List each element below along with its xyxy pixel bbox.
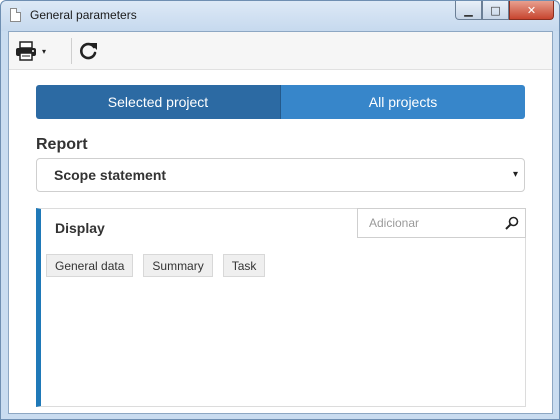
chip-task[interactable]: Task	[222, 254, 266, 277]
close-icon: ✕	[526, 3, 537, 17]
window-frame: General parameters ▁ □ ✕ ▾ Selected proj…	[0, 0, 560, 420]
refresh-icon[interactable]	[77, 40, 99, 62]
search-icon[interactable]	[505, 216, 519, 230]
add-field-search	[357, 208, 526, 238]
tab-selected-project[interactable]: Selected project	[36, 85, 281, 119]
report-label: Report	[36, 136, 88, 153]
minimize-icon: ▁	[464, 3, 473, 17]
client-area: ▾ Selected project All projects Report S…	[8, 31, 553, 414]
report-select[interactable]: Scope statement ▾	[36, 158, 525, 192]
minimize-button[interactable]: ▁	[455, 1, 482, 20]
report-selected-value: Scope statement	[54, 167, 167, 183]
tab-label: Selected project	[107, 94, 209, 110]
display-items: General data Summary Task	[46, 254, 266, 277]
maximize-icon: □	[490, 3, 501, 17]
tab-all-projects[interactable]: All projects	[281, 85, 525, 119]
printer-icon	[16, 41, 36, 61]
toolbar: ▾	[9, 32, 552, 70]
add-field-input[interactable]	[369, 211, 509, 235]
chip-general-data[interactable]: General data	[46, 254, 134, 277]
print-dropdown-caret-icon: ▾	[42, 46, 47, 56]
maximize-button[interactable]: □	[482, 1, 509, 20]
display-title: Display	[55, 220, 105, 236]
window-title: General parameters	[30, 8, 137, 22]
window-controls: ▁ □ ✕	[455, 1, 554, 21]
toolbar-separator	[71, 38, 72, 64]
chip-summary[interactable]: Summary	[143, 254, 213, 277]
document-icon	[10, 8, 21, 22]
close-button[interactable]: ✕	[509, 1, 554, 20]
print-button[interactable]: ▾	[15, 38, 57, 64]
display-panel: Display General data Summary Task	[36, 208, 526, 407]
title-bar[interactable]: General parameters ▁ □ ✕	[1, 1, 559, 31]
chevron-down-icon: ▾	[512, 169, 518, 180]
tab-label: All projects	[368, 94, 438, 110]
project-scope-tabs: Selected project All projects	[36, 85, 525, 119]
